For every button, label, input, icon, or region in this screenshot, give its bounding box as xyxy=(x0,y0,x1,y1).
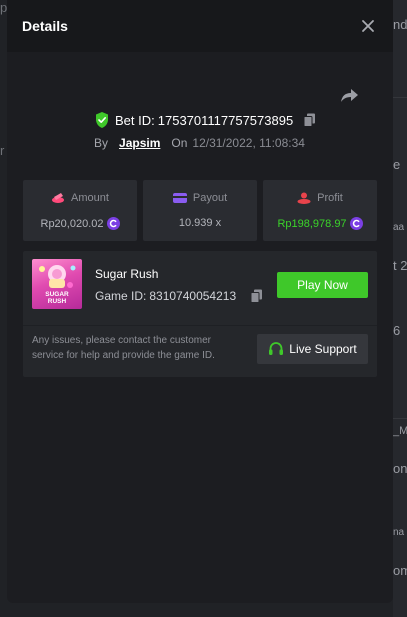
profit-value: Rp198,978.97 xyxy=(277,217,347,230)
bet-meta-row: By Japsim On 12/31/2022, 11:08:34 xyxy=(94,135,305,151)
amount-label: Amount xyxy=(71,192,109,204)
background-fragment: r xyxy=(0,143,5,158)
currency-coin-icon xyxy=(106,217,120,230)
background-divider xyxy=(393,97,407,98)
copy-icon[interactable] xyxy=(250,289,263,303)
background-fragment: nd xyxy=(393,17,407,32)
profit-card: Profit Rp198,978.97 xyxy=(263,180,377,241)
payout-header: Payout xyxy=(143,192,257,204)
live-support-button[interactable]: Live Support xyxy=(257,334,368,364)
profit-coins-icon xyxy=(297,192,311,204)
panel-divider xyxy=(23,325,377,326)
amount-card: Amount Rp20,020.02 xyxy=(23,180,137,241)
shield-check-icon xyxy=(95,112,109,128)
payout-value-row: 10.939 x xyxy=(143,217,257,229)
close-icon[interactable] xyxy=(359,17,377,35)
amount-value-row: Rp20,020.02 xyxy=(23,217,137,230)
amount-header: Amount xyxy=(23,192,137,204)
bet-id-row: Bet ID: 1753701117757573895 xyxy=(95,111,316,129)
bet-details-modal: Details Bet ID: 1753701117757573895 By J… xyxy=(7,0,393,603)
profit-label: Profit xyxy=(317,192,343,204)
background-divider xyxy=(393,418,407,419)
background-fragment: _M xyxy=(393,425,407,437)
payout-value: 10.939 x xyxy=(178,217,222,229)
currency-coin-icon xyxy=(349,217,363,230)
live-support-label: Live Support xyxy=(289,342,357,356)
bet-id-value: 1753701117757573895 xyxy=(157,112,294,128)
svg-text:SUGAR: SUGAR xyxy=(45,291,69,298)
background-strip xyxy=(393,0,407,617)
headset-icon xyxy=(268,341,284,357)
background-fragment: om xyxy=(393,563,407,578)
bet-id-label: Bet ID: xyxy=(115,112,155,128)
game-id-value: 8310740054213 xyxy=(149,289,237,303)
background-fragment: aa xyxy=(393,222,405,233)
background-fragment: onu xyxy=(393,461,407,476)
username-link[interactable]: Japsim xyxy=(119,136,160,150)
by-label: By xyxy=(94,136,109,150)
game-panel: SUGAR RUSH Sugar Rush Game ID: 831074005… xyxy=(23,251,377,377)
background-fragment: na xyxy=(393,527,405,538)
profit-value-row: Rp198,978.97 xyxy=(263,217,377,230)
modal-title: Details xyxy=(22,18,68,34)
profit-header: Profit xyxy=(263,192,377,204)
game-id-row: Game ID: 8310740054213 xyxy=(95,289,263,303)
coins-icon xyxy=(51,192,65,204)
game-title: Sugar Rush xyxy=(95,267,159,281)
background-fragment: 6 xyxy=(393,323,401,338)
share-arrow-icon[interactable] xyxy=(340,86,360,104)
background-fragment: t 2 xyxy=(393,258,407,273)
bet-timestamp: 12/31/2022, 11:08:34 xyxy=(192,136,305,150)
payout-card: Payout 10.939 x xyxy=(143,180,257,241)
modal-header: Details xyxy=(7,0,393,52)
game-id-label: Game ID: xyxy=(95,289,147,303)
amount-value: Rp20,020.02 xyxy=(40,217,104,230)
play-now-button[interactable]: Play Now xyxy=(277,272,368,298)
wallet-icon xyxy=(172,192,187,204)
svg-text:RUSH: RUSH xyxy=(48,298,67,305)
copy-icon[interactable] xyxy=(303,113,316,127)
game-thumbnail[interactable]: SUGAR RUSH xyxy=(32,259,82,309)
background-fragment: e xyxy=(393,157,401,172)
payout-label: Payout xyxy=(192,192,228,204)
on-label: On xyxy=(171,136,188,150)
help-text: Any issues, please contact the customer … xyxy=(32,335,215,361)
